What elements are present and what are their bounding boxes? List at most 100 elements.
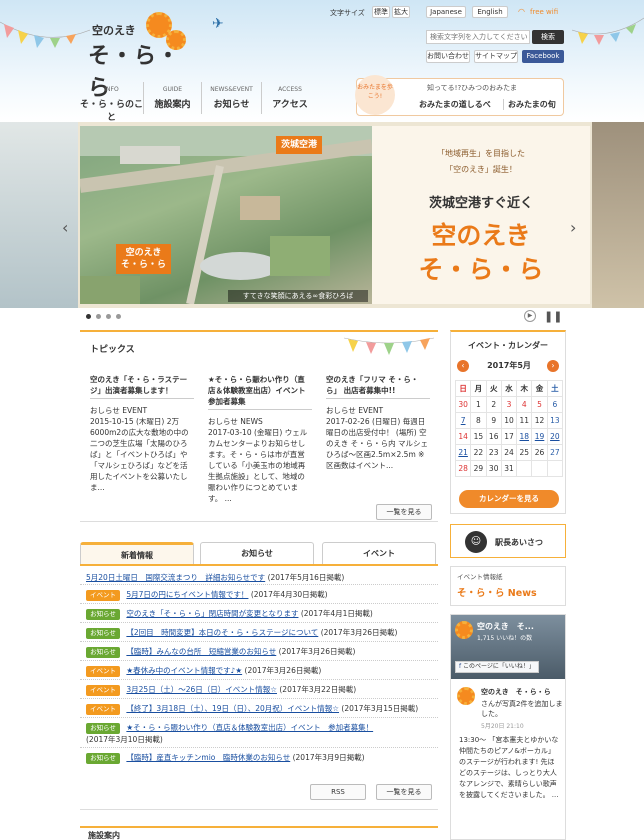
news-more-button[interactable]: 一覧を見る	[376, 784, 432, 800]
news-link[interactable]: 【臨時】産直キッチンmio 臨時休業のお知らせ	[126, 753, 290, 762]
calendar-next-icon[interactable]: ›	[547, 360, 559, 372]
hero-sorara-tag-line2: そ・ら・ら	[121, 260, 167, 270]
news-row: 5月20日土曜日 国際交流まつり 詳細お知らせです (2017年5月16日掲載)	[80, 568, 438, 585]
facebook-like-icon: f	[459, 663, 462, 670]
pagination-dot[interactable]	[116, 314, 121, 319]
slider-pause-icon[interactable]: ❚❚	[544, 310, 562, 323]
calendar-day: 5	[531, 396, 548, 413]
stationmaster-banner[interactable]: ☺ 駅長あいさつ	[450, 524, 566, 558]
nav-item-ja: アクセス	[272, 100, 308, 110]
hero-slide[interactable]: 茨城空港 空のえき そ・ら・ら すてきな笑顔にあえる∞食彩ひろば 「地域再生」を…	[80, 126, 590, 304]
news-link[interactable]: ★そ・ら・ら賑わい作り（直店＆体験教室出店）イベント 参加者募集！	[126, 723, 373, 732]
facebook-likes: 1,715 いいね！の数	[477, 635, 533, 642]
facility-title: 施設案内	[88, 831, 120, 840]
news-tabs: 新着情報 お知らせ イベント	[80, 540, 438, 564]
event-tag: イベント	[86, 685, 120, 696]
calendar-day-linked[interactable]: 21	[454, 444, 472, 461]
facebook-cover[interactable]: 空のえき そ... 1,715 いいね！の数 f このページに「いいね！」	[451, 615, 565, 679]
hero-pagination	[86, 312, 146, 322]
slider-play-icon[interactable]: ▶	[524, 310, 536, 322]
omitama-season-link[interactable]: おみたまの旬	[503, 99, 556, 110]
calendar-day: 22	[470, 444, 487, 461]
hero-next-arrow-icon[interactable]: ›	[570, 218, 576, 237]
topic-title[interactable]: 空のえき「フリマ そ・ら・ら」 出店者募集中!!	[326, 374, 430, 399]
facility-section: 施設案内	[80, 826, 438, 840]
facebook-like-button[interactable]: f このページに「いいね！」	[455, 661, 539, 673]
news-link[interactable]: 【臨時】みんなの台所 短縮営業のお知らせ	[126, 647, 276, 656]
sitemap-button[interactable]: サイトマップ	[474, 50, 518, 63]
nav-item-guide[interactable]: GUIDE 施設案内	[144, 82, 202, 114]
topic-item[interactable]: 空のえき「そ・ら・ラステージ」出演者募集します！ おしらせ EVENT 2015…	[90, 374, 194, 494]
pagination-dot-active[interactable]	[86, 314, 91, 319]
main-content: トピックス 空のえき「そ・ら・ラステージ」出演者募集します！ おしらせ EVEN…	[80, 330, 438, 840]
facebook-widget: 空のえき そ... 1,715 いいね！の数 f このページに「いいね！」 空の…	[450, 614, 566, 840]
news-link[interactable]: 5月20日土曜日 国際交流まつり 詳細お知らせです	[86, 573, 265, 582]
omitama-road-link[interactable]: おみたまの道しるべ	[419, 99, 491, 110]
calendar-day-linked[interactable]: 20	[546, 428, 564, 445]
calendar-day: 16	[485, 428, 502, 445]
topic-category: おしらせ EVENT	[326, 406, 384, 415]
facebook-page-name[interactable]: 空のえき そ...	[477, 621, 534, 632]
news-link[interactable]: 5月7日の円にちイベント情報です！	[126, 590, 248, 599]
weekday-header: 木	[516, 380, 533, 397]
news-date: (2017年5月16日掲載)	[267, 573, 345, 582]
calendar-day: 3	[500, 396, 518, 413]
news-row: お知らせ 【臨時】産直キッチンmio 臨時休業のお知らせ (2017年3月9日掲…	[80, 748, 438, 767]
topics-more-button[interactable]: 一覧を見る	[376, 504, 432, 520]
news-date: (2017年3月10日掲載)	[86, 735, 163, 744]
topic-item[interactable]: ★そ・ら・ら賑わい作り（直店＆体験教室出店）イベント 参加者募集 おしらせ NE…	[208, 374, 312, 503]
news-link[interactable]: 【終了】3月18日（土）、19日（日）、20月祝）イベント情報☆	[126, 704, 339, 713]
facebook-button[interactable]: Facebook	[522, 50, 564, 63]
pagination-dot[interactable]	[96, 314, 101, 319]
lang-japanese-button[interactable]: Japanese	[426, 6, 466, 18]
news-date: (2017年3月9日掲載)	[292, 753, 365, 762]
calendar-day-linked[interactable]: 18	[516, 428, 533, 445]
notice-tag: お知らせ	[86, 753, 120, 764]
pagination-dot[interactable]	[106, 314, 111, 319]
tab-latest[interactable]: 新着情報	[80, 542, 194, 564]
rss-button[interactable]: RSS	[310, 784, 366, 800]
lang-english-button[interactable]: English	[472, 6, 508, 18]
news-link[interactable]: 空のえき「そ・ら・ら」閉店時間が変更となります	[126, 609, 298, 618]
site-header: 空のえき そ・ら・ら ✈ 文字サイズ 標準 拡大 Japanese Englis…	[0, 0, 644, 123]
news-date: (2017年4月30日掲載)	[250, 590, 328, 599]
news-link[interactable]: 3月25日（土）～26日（日）イベント情報☆	[126, 685, 277, 694]
weekday-header: 月	[470, 380, 487, 397]
news-link[interactable]: 【2回目 時間変更】本日のそ・ら・らステージについて	[126, 628, 318, 637]
event-tag: イベント	[86, 590, 120, 601]
font-large-button[interactable]: 拡大	[392, 6, 410, 18]
notice-tag: お知らせ	[86, 609, 120, 620]
tab-events[interactable]: イベント	[322, 542, 436, 564]
calendar-day: 2	[485, 396, 502, 413]
calendar-day-linked[interactable]: 7	[454, 412, 472, 429]
nav-item-info[interactable]: INFO そ・ら・らのこと	[80, 82, 144, 123]
font-standard-button[interactable]: 標準	[372, 6, 390, 18]
search-button[interactable]: 検索	[532, 30, 564, 44]
hero-prev-arrow-icon[interactable]: ‹	[62, 218, 68, 237]
site-logo[interactable]: 空のえき そ・ら・ら	[88, 12, 198, 101]
news-row: イベント 3月25日（土）～26日（日）イベント情報☆ (2017年3月22日掲…	[80, 680, 438, 699]
topic-title[interactable]: 空のえき「そ・ら・ラステージ」出演者募集します！	[90, 374, 194, 399]
topic-item[interactable]: 空のえき「フリマ そ・ら・ら」 出店者募集中!! おしらせ EVENT 2017…	[326, 374, 430, 494]
search-input[interactable]	[426, 30, 530, 44]
sorara-news-banner[interactable]: イベント情報紙 そ・ら・ら News	[450, 566, 566, 606]
nav-item-news[interactable]: NEWS&EVENT お知らせ	[202, 82, 262, 114]
calendar-day-linked[interactable]: 19	[531, 428, 548, 445]
view-calendar-button[interactable]: カレンダーを見る	[459, 490, 559, 508]
news-section: 新着情報 お知らせ イベント 5月20日土曜日 国際交流まつり 詳細お知らせです…	[80, 540, 438, 810]
main-nav: INFO そ・ら・らのこと GUIDE 施設案内 NEWS&EVENT お知らせ…	[80, 82, 320, 123]
facebook-like-label: このページに「いいね！」	[463, 663, 535, 670]
topic-title[interactable]: ★そ・ら・ら賑わい作り（直店＆体験教室出店）イベント 参加者募集	[208, 374, 312, 410]
calendar-day-empty	[531, 460, 548, 477]
nav-item-access[interactable]: ACCESS アクセス	[262, 82, 318, 114]
news-row: イベント ★春休み中のイベント情報です♪★ (2017年3月26日掲載)	[80, 661, 438, 680]
facebook-post-author[interactable]: 空のえき そ・ら・ら	[481, 687, 563, 697]
hero-sorara-tag-line1: 空のえき	[125, 248, 162, 258]
topic-category: おしらせ NEWS	[208, 417, 263, 426]
news-link[interactable]: ★春休み中のイベント情報です♪★	[126, 666, 242, 675]
calendar-day: 27	[546, 444, 564, 461]
tab-notices[interactable]: お知らせ	[200, 542, 314, 564]
contact-button[interactable]: お問い合わせ	[426, 50, 470, 63]
page-avatar-icon	[455, 621, 473, 639]
calendar-day: 15	[470, 428, 487, 445]
